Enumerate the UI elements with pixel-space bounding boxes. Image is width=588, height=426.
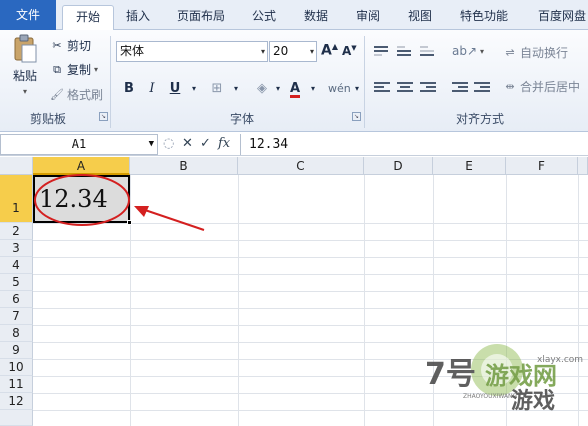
tab-data[interactable]: 数据	[296, 5, 336, 30]
merge-icon: ⇹	[505, 79, 515, 93]
ribbon: 粘贴 ▾ ✂ 剪切 ⧉ 复制 ▾ 🖌 格式刷 剪贴板 ↘ 宋体 ▾ 20 ▾ A…	[0, 30, 588, 132]
tab-home[interactable]: 开始	[62, 5, 114, 31]
align-bottom-button[interactable]	[420, 44, 438, 60]
merge-center-label: 合并后居中	[520, 80, 581, 94]
font-color-icon: A	[289, 81, 301, 98]
align-right-button[interactable]	[420, 80, 438, 96]
watermark-logo: 7号 游戏网 xlayx.com ZHAOYOUXIWANG 游戏	[425, 344, 583, 414]
tab-file[interactable]: 文件	[0, 0, 56, 30]
wrap-text-label: 自动换行	[520, 46, 569, 60]
name-box[interactable]: A1 ▼	[0, 134, 158, 155]
formula-input[interactable]: 12.34	[240, 134, 588, 155]
paste-label: 粘贴	[12, 69, 37, 83]
border-icon: ⊞	[211, 81, 223, 96]
brush-icon: 🖌	[50, 87, 64, 101]
copy-button[interactable]: ⧉ 复制 ▾	[50, 61, 98, 78]
phonetic-button[interactable]: wén	[328, 80, 351, 98]
tab-insert[interactable]: 插入	[118, 5, 158, 30]
increase-indent-button[interactable]	[474, 80, 492, 96]
borders-dropdown[interactable]: ▾	[226, 80, 246, 98]
format-painter-label: 格式刷	[67, 88, 104, 102]
clipboard-group-label: 剪贴板	[30, 112, 67, 126]
search-function-icon[interactable]: ◌	[163, 136, 174, 151]
merge-center-button[interactable]: ⇹ 合并后居中	[503, 78, 580, 95]
svg-text:游戏网: 游戏网	[485, 362, 557, 390]
font-name-value: 宋体	[120, 44, 145, 58]
orientation-button[interactable]: ab↗ ▾	[452, 44, 484, 58]
shrink-font-icon: A▼	[342, 44, 357, 58]
svg-text:7号: 7号	[425, 357, 476, 392]
chevron-down-icon: ▾	[354, 84, 359, 93]
cut-button[interactable]: ✂ 剪切	[50, 37, 91, 54]
paste-button[interactable]: 粘贴 ▾	[8, 34, 42, 96]
scissors-icon: ✂	[52, 38, 62, 52]
tab-page-layout[interactable]: 页面布局	[166, 5, 236, 30]
format-painter-button[interactable]: 🖌 格式刷	[50, 86, 103, 103]
italic-icon: I	[149, 81, 155, 96]
clipboard-launcher-icon[interactable]: ↘	[99, 112, 108, 121]
name-box-value: A1	[71, 137, 87, 151]
svg-text:ZHAOYOUXIWANG: ZHAOYOUXIWANG	[463, 393, 518, 400]
font-size-select[interactable]: 20 ▾	[269, 41, 317, 62]
enter-icon[interactable]: ✓	[200, 136, 211, 151]
grow-font-icon: A▲	[321, 42, 338, 59]
copy-icon: ⧉	[53, 62, 61, 76]
divider	[364, 36, 365, 128]
svg-text:游戏: 游戏	[511, 388, 555, 414]
bold-button[interactable]: B	[119, 80, 139, 98]
svg-text:xlayx.com: xlayx.com	[537, 355, 583, 365]
underline-dropdown[interactable]: ▾	[184, 80, 204, 98]
chevron-down-icon: ▾	[233, 84, 238, 93]
align-center-button[interactable]	[397, 80, 415, 96]
tab-special-features[interactable]: 特色功能	[452, 5, 516, 30]
paint-bucket-icon: ◈	[257, 81, 267, 96]
font-color-button[interactable]: A	[285, 80, 305, 98]
cut-label: 剪切	[67, 39, 92, 53]
bold-icon: B	[124, 81, 134, 96]
formula-bar: A1 ▼ ◌ ✕ ✓ fx 12.34	[0, 133, 588, 156]
chevron-down-icon: ▼	[148, 139, 154, 149]
chevron-down-icon: ▾	[22, 87, 27, 96]
tab-view[interactable]: 视图	[400, 5, 440, 30]
font-launcher-icon[interactable]: ↘	[352, 112, 361, 121]
divider	[110, 36, 111, 128]
paste-icon	[14, 34, 37, 63]
align-top-button[interactable]	[374, 44, 392, 60]
font-name-select[interactable]: 宋体 ▾	[116, 41, 268, 62]
font-size-value: 20	[273, 44, 289, 58]
insert-function-icon[interactable]: fx	[218, 136, 230, 151]
tab-baidu-netdisk[interactable]: 百度网盘	[530, 5, 588, 30]
annotation-arrow-line	[141, 208, 205, 231]
underline-icon: U	[169, 81, 181, 96]
chevron-down-icon: ▾	[191, 84, 196, 93]
italic-button[interactable]: I	[142, 80, 162, 98]
ribbon-tabs: 文件 开始 插入 页面布局 公式 数据 审阅 视图 特色功能 百度网盘	[0, 0, 588, 31]
grow-font-button[interactable]: A▲	[321, 42, 338, 59]
font-group-label: 字体	[230, 112, 255, 126]
wrap-text-icon: ⇌	[505, 45, 515, 59]
text-angle-icon: ab↗	[452, 44, 478, 58]
shrink-font-button[interactable]: A▼	[342, 44, 357, 58]
watermark: 7号 游戏网 xlayx.com ZHAOYOUXIWANG 游戏	[405, 340, 588, 426]
chevron-down-icon: ▾	[260, 47, 265, 56]
font-color-dropdown[interactable]: ▾	[303, 80, 323, 98]
chevron-down-icon: ▾	[275, 84, 280, 93]
align-left-button[interactable]	[374, 80, 392, 96]
alignment-group-label: 对齐方式	[456, 112, 505, 126]
chevron-down-icon: ▾	[94, 65, 99, 74]
underline-button[interactable]: U	[165, 80, 185, 98]
cancel-icon[interactable]: ✕	[182, 136, 193, 151]
copy-label: 复制	[67, 63, 92, 77]
highlight-ellipse	[34, 174, 130, 226]
decrease-indent-button[interactable]	[452, 80, 470, 96]
wrap-text-button[interactable]: ⇌ 自动换行	[503, 44, 568, 61]
chevron-down-icon: ▾	[480, 46, 485, 56]
chevron-down-icon: ▾	[310, 84, 315, 93]
chevron-down-icon: ▾	[309, 47, 314, 56]
align-middle-button[interactable]	[397, 44, 415, 60]
borders-button[interactable]: ⊞	[207, 80, 227, 98]
tab-review[interactable]: 审阅	[348, 5, 388, 30]
tab-formulas[interactable]: 公式	[244, 5, 284, 30]
